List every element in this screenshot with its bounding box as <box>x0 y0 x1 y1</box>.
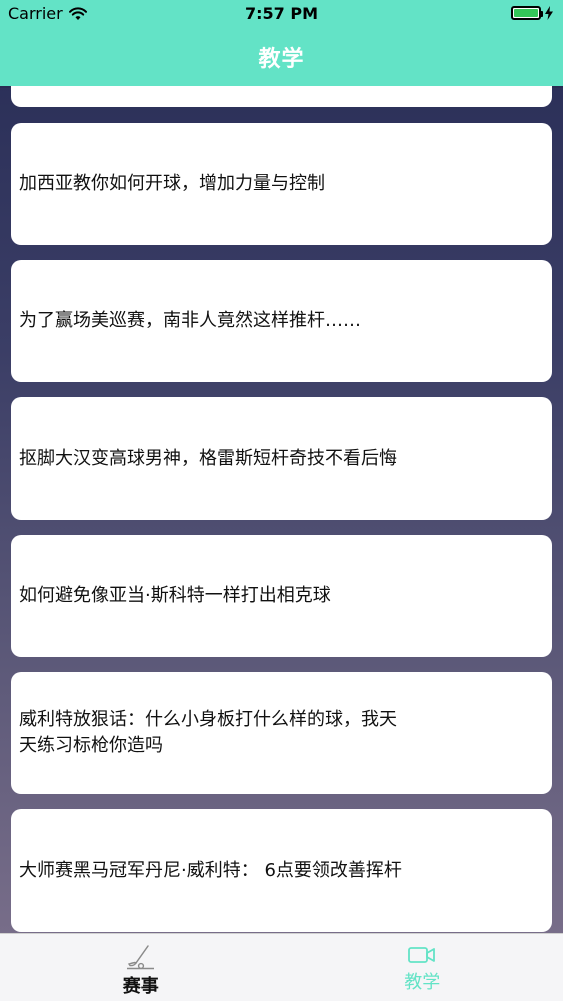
list-item-title: 为了赢场美巡赛，南非人竟然这样推杆…… <box>19 308 361 334</box>
nav-title: 教学 <box>258 41 304 73</box>
list-item-partial[interactable] <box>11 86 552 107</box>
lesson-list[interactable]: 加西亚教你如何开球，增加力量与控制 为了赢场美巡赛，南非人竟然这样推杆…… 抠脚… <box>0 86 563 933</box>
list-item[interactable]: 为了赢场美巡赛，南非人竟然这样推杆…… <box>11 260 552 382</box>
tab-events[interactable]: 赛事 <box>0 934 282 1001</box>
list-item-title: 加西亚教你如何开球，增加力量与控制 <box>19 171 325 197</box>
status-bar: Carrier 7:57 PM <box>0 0 563 28</box>
list-item[interactable]: 大师赛黑马冠军丹尼·威利特： 6点要领改善挥杆 <box>11 809 552 932</box>
status-time: 7:57 PM <box>0 4 563 23</box>
video-camera-icon <box>407 944 437 966</box>
battery-icon <box>511 6 541 20</box>
tab-bar: 赛事 教学 <box>0 933 563 1001</box>
list-item[interactable]: 如何避免像亚当·斯科特一样打出相克球 <box>11 535 552 657</box>
golf-club-icon <box>126 944 156 970</box>
list-item-title: 抠脚大汉变高球男神，格雷斯短杆奇技不看后悔 <box>19 446 397 472</box>
tab-teaching-label: 教学 <box>404 968 440 994</box>
list-item[interactable]: 威利特放狠话：什么小身板打什么样的球，我天天练习标枪你造吗 <box>11 672 552 794</box>
list-item-title: 威利特放狠话：什么小身板打什么样的球，我天天练习标枪你造吗 <box>19 707 409 759</box>
tab-events-label: 赛事 <box>123 972 159 998</box>
tab-teaching[interactable]: 教学 <box>282 934 563 1001</box>
navigation-bar: 教学 <box>0 28 563 86</box>
charging-bolt-icon <box>545 6 553 20</box>
status-right <box>511 6 553 20</box>
list-item[interactable]: 加西亚教你如何开球，增加力量与控制 <box>11 123 552 245</box>
list-item[interactable]: 抠脚大汉变高球男神，格雷斯短杆奇技不看后悔 <box>11 397 552 520</box>
list-item-title: 如何避免像亚当·斯科特一样打出相克球 <box>19 583 331 609</box>
list-item-title: 大师赛黑马冠军丹尼·威利特： 6点要领改善挥杆 <box>19 858 402 884</box>
